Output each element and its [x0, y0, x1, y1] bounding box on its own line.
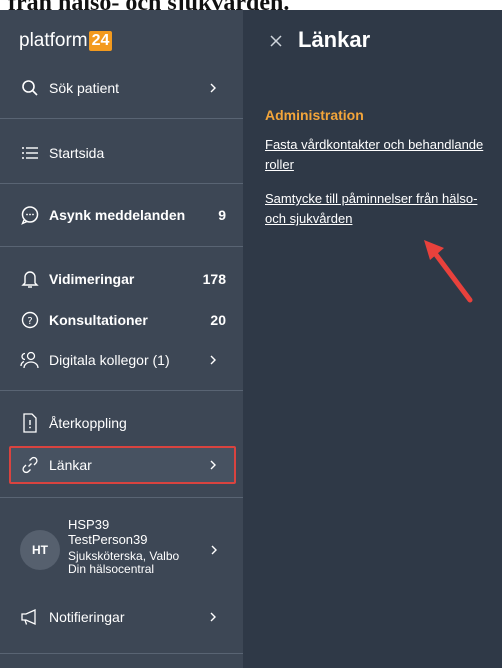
sidebar-item-label: Digitala kollegor (1)	[49, 352, 170, 368]
chevron-right-icon	[207, 459, 219, 471]
sidebar-item-label: Återkoppling	[49, 415, 127, 431]
user-id: HSP39	[68, 517, 110, 532]
count-badge: 9	[218, 207, 226, 223]
sidebar-item-notifications[interactable]: Notifieringar	[19, 602, 233, 632]
link-icon	[19, 454, 41, 476]
search-icon	[19, 77, 41, 99]
bell-icon	[19, 268, 41, 290]
links-panel: Länkar Administration Fasta vårdkontakte…	[243, 10, 502, 668]
sidebar-item-search[interactable]: Sök patient	[19, 73, 233, 103]
avatar[interactable]: HT	[20, 530, 60, 570]
chevron-right-icon[interactable]	[208, 543, 220, 555]
sidebar-item-label: Asynk meddelanden	[49, 207, 186, 223]
logo-text: platform	[19, 30, 88, 51]
sidebar: platform 24 Sök patient Startsida Asynk …	[0, 10, 243, 668]
count-badge: 20	[210, 312, 226, 328]
document-alert-icon	[19, 412, 41, 434]
chevron-right-icon	[207, 82, 219, 94]
sidebar-item-async-messages[interactable]: Asynk meddelanden 9	[19, 200, 233, 230]
sidebar-item-digital-colleagues[interactable]: Digitala kollegor (1)	[19, 345, 233, 375]
sidebar-divider	[0, 118, 243, 119]
list-icon	[19, 142, 41, 164]
chevron-right-icon	[207, 354, 219, 366]
count-badge: 178	[202, 271, 226, 287]
sidebar-item-label: Notifieringar	[49, 609, 125, 625]
users-icon	[19, 349, 41, 371]
sidebar-item-label: Vidimeringar	[49, 271, 135, 287]
sidebar-divider	[0, 653, 243, 654]
logo: platform 24	[19, 30, 113, 52]
chevron-right-icon	[207, 611, 219, 623]
megaphone-icon	[19, 606, 41, 628]
help-circle-icon: ?	[19, 309, 41, 331]
close-icon[interactable]	[269, 34, 283, 48]
sidebar-item-feedback[interactable]: Återkoppling	[19, 408, 233, 438]
sidebar-item-vidimeringar[interactable]: Vidimeringar 178	[19, 264, 233, 294]
sidebar-item-label: Länkar	[49, 457, 92, 473]
user-name: TestPerson39	[68, 532, 148, 547]
link-care-contacts[interactable]: Fasta vårdkontakter och behandlande roll…	[265, 135, 495, 175]
sidebar-divider	[0, 183, 243, 184]
sidebar-item-label: Startsida	[49, 145, 105, 161]
sidebar-divider	[0, 497, 243, 498]
user-card[interactable]: HSP39 TestPerson39 Sjuksköterska, Valbo …	[68, 517, 208, 576]
svg-text:?: ?	[27, 316, 32, 327]
logo-badge: 24	[88, 31, 113, 51]
chat-bubble-icon	[19, 204, 41, 226]
panel-title: Länkar	[298, 27, 371, 52]
sidebar-item-links[interactable]: Länkar	[19, 450, 233, 480]
user-unit: Din hälsocentral	[68, 562, 155, 576]
link-reminder-consent[interactable]: Samtycke till påminnelser från hälso- oc…	[265, 189, 495, 229]
sidebar-item-label: Sök patient	[49, 80, 120, 96]
sidebar-item-konsultationer[interactable]: ? Konsultationer 20	[19, 305, 233, 335]
sidebar-item-start[interactable]: Startsida	[19, 138, 233, 168]
sidebar-divider	[0, 246, 243, 247]
section-heading: Administration	[265, 107, 364, 123]
sidebar-item-label: Konsultationer	[49, 312, 148, 328]
app-frame: platform 24 Sök patient Startsida Asynk …	[0, 10, 502, 668]
sidebar-divider	[0, 390, 243, 391]
annotation-arrow-icon	[424, 240, 473, 303]
